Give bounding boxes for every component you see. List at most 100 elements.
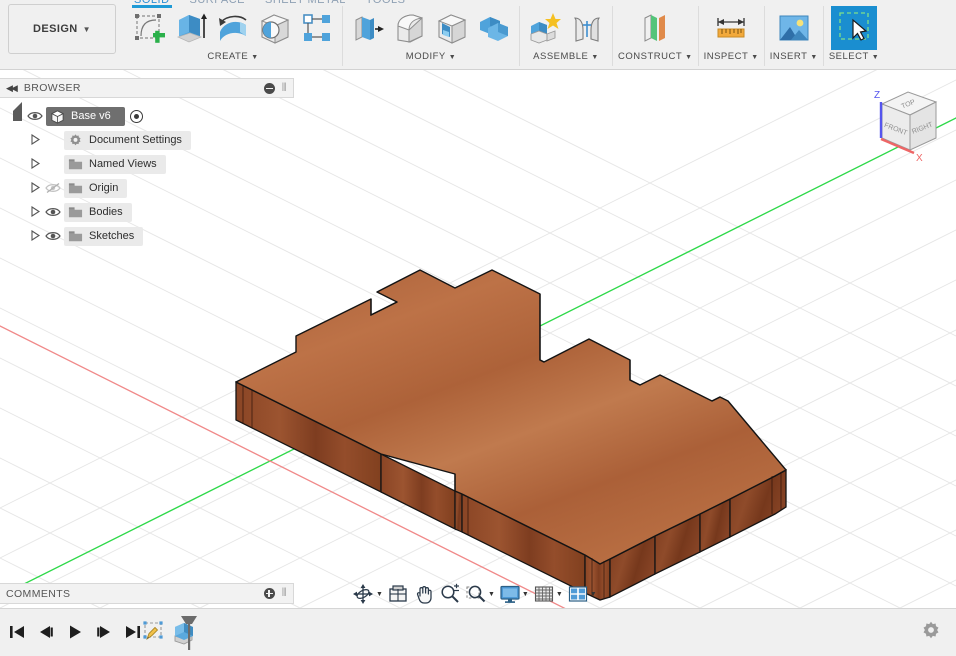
workspace-label: DESIGN (33, 23, 78, 35)
comments-panel[interactable]: COMMENTS ⦀ (0, 583, 294, 604)
tree-node-sketches[interactable]: Sketches (0, 224, 294, 248)
panel-assemble-label[interactable]: ASSEMBLE ▼ (533, 51, 599, 62)
folder-icon (68, 230, 83, 241)
browser-panel: ◀◀ BROWSER ⦀ Base v6 Document Settings N… (0, 78, 294, 248)
panel-create-label[interactable]: CREATE ▼ (207, 51, 258, 62)
chevron-down-icon: ▼ (82, 24, 91, 34)
tree-node-bodies[interactable]: Bodies (0, 200, 294, 224)
folder-icon (68, 206, 83, 217)
component-icon (50, 109, 65, 124)
panel-modify-label[interactable]: MODIFY ▼ (406, 51, 456, 62)
look-at-icon[interactable] (386, 581, 410, 607)
grid-snaps-icon[interactable]: ▼ (532, 581, 564, 607)
panel-select-label[interactable]: SELECT ▼ (829, 51, 879, 62)
chevron-down-icon: ▼ (591, 54, 599, 61)
tree-node-base[interactable]: Base v6 (0, 102, 294, 128)
browser-resize-grip[interactable]: ⦀ (282, 82, 287, 95)
fusion-360-window: DESIGN ▼ SOLID SURFACE SHEET METAL TOOLS (0, 0, 956, 656)
new-component-icon[interactable] (525, 7, 565, 49)
collapse-left-icon[interactable]: ◀◀ (6, 83, 18, 94)
expand-triangle-icon[interactable] (10, 102, 24, 121)
chevron-down-icon[interactable]: ▼ (488, 591, 495, 598)
chevron-down-icon[interactable]: ▼ (590, 591, 597, 598)
expand-triangle-icon[interactable] (28, 205, 42, 219)
browser-tree: Base v6 Document Settings Named Views Or… (0, 98, 294, 248)
pan-icon[interactable] (412, 581, 436, 607)
browser-minimize-button[interactable] (263, 82, 275, 94)
tree-node-label: Document Settings (89, 134, 182, 146)
chevron-down-icon: ▼ (685, 54, 693, 61)
tree-node-origin-pill[interactable]: Origin (64, 178, 128, 198)
settings-gear-button[interactable] (920, 620, 946, 646)
comments-resize-grip[interactable]: ⦀ (282, 587, 287, 600)
chevron-down-icon: ▼ (448, 54, 457, 61)
panel-insert-icons (772, 6, 816, 50)
tree-node-label: Bodies (89, 206, 123, 218)
panel-inspect-icons (709, 6, 753, 50)
step-back-button[interactable] (33, 619, 59, 645)
panel-insert: INSERT ▼ (765, 6, 824, 66)
expand-triangle-icon[interactable] (28, 229, 42, 243)
extrude-icon[interactable] (171, 7, 211, 49)
viewports-icon[interactable]: ▼ (566, 581, 598, 607)
timeline-marker[interactable] (178, 615, 200, 651)
tree-node-origin[interactable]: Origin (0, 176, 294, 200)
visibility-eye-icon[interactable] (42, 206, 64, 218)
expand-triangle-icon[interactable] (28, 133, 42, 147)
chevron-down-icon: ▼ (751, 54, 759, 61)
add-comment-button[interactable] (263, 588, 275, 599)
offset-plane-icon[interactable] (633, 7, 677, 49)
measure-icon[interactable] (709, 7, 753, 49)
base-plate-body (235, 269, 787, 601)
chevron-down-icon[interactable]: ▼ (556, 591, 563, 598)
orbit-icon[interactable]: ▼ (350, 581, 384, 607)
expand-triangle-icon[interactable] (28, 157, 42, 171)
joint-icon[interactable] (567, 7, 607, 49)
combine-icon[interactable] (474, 7, 514, 49)
step-forward-button[interactable] (91, 619, 117, 645)
zoom-icon[interactable] (438, 581, 462, 607)
activate-component-radio[interactable] (129, 109, 143, 123)
visibility-eye-icon[interactable] (42, 230, 64, 242)
panel-construct: CONSTRUCT ▼ (613, 6, 699, 66)
tree-node-document-settings-pill[interactable]: Document Settings (64, 130, 191, 150)
zoom-window-icon[interactable]: ▼ (464, 581, 496, 607)
axis-x-label: X (916, 153, 923, 164)
shell-icon[interactable] (432, 7, 472, 49)
panel-construct-label[interactable]: CONSTRUCT ▼ (618, 51, 693, 62)
axis-z-label: Z (874, 90, 880, 101)
timeline-bar (0, 608, 956, 656)
create-sketch-icon[interactable] (129, 7, 169, 49)
fillet-icon[interactable] (390, 7, 430, 49)
insert-image-icon[interactable] (772, 7, 816, 49)
chevron-down-icon[interactable]: ▼ (522, 591, 529, 598)
select-cursor-icon[interactable] (831, 6, 878, 50)
visibility-eye-icon[interactable] (24, 110, 46, 122)
revolve-icon[interactable] (213, 7, 253, 49)
tree-node-named-views-pill[interactable]: Named Views (64, 154, 166, 174)
view-cube[interactable]: TOP FRONT RIGHT Z X (848, 78, 944, 172)
workspace-selector[interactable]: DESIGN ▼ (8, 4, 116, 54)
panel-create: CREATE ▼ (124, 6, 343, 66)
tree-node-sketches-pill[interactable]: Sketches (64, 226, 144, 246)
go-to-beginning-button[interactable] (4, 619, 30, 645)
tree-node-document-settings[interactable]: Document Settings (0, 128, 294, 152)
timeline-sketch-node[interactable] (140, 617, 168, 647)
tree-node-bodies-pill[interactable]: Bodies (64, 202, 132, 222)
tree-node-label: Sketches (89, 230, 135, 242)
gear-icon (923, 621, 939, 639)
display-settings-icon[interactable]: ▼ (498, 581, 530, 607)
hole-icon[interactable] (255, 7, 295, 49)
tree-node-base-pill[interactable]: Base v6 (46, 106, 125, 126)
pattern-icon[interactable] (297, 7, 337, 49)
panel-construct-icons (633, 6, 677, 50)
visibility-eye-off-icon[interactable] (42, 182, 64, 194)
chevron-down-icon: ▼ (251, 54, 259, 61)
expand-triangle-icon[interactable] (28, 181, 42, 195)
panel-inspect-label[interactable]: INSPECT ▼ (704, 51, 759, 62)
press-pull-icon[interactable] (348, 7, 388, 49)
play-button[interactable] (62, 619, 88, 645)
panel-insert-label[interactable]: INSERT ▼ (770, 51, 818, 62)
tree-node-named-views[interactable]: Named Views (0, 152, 294, 176)
chevron-down-icon[interactable]: ▼ (376, 591, 383, 598)
